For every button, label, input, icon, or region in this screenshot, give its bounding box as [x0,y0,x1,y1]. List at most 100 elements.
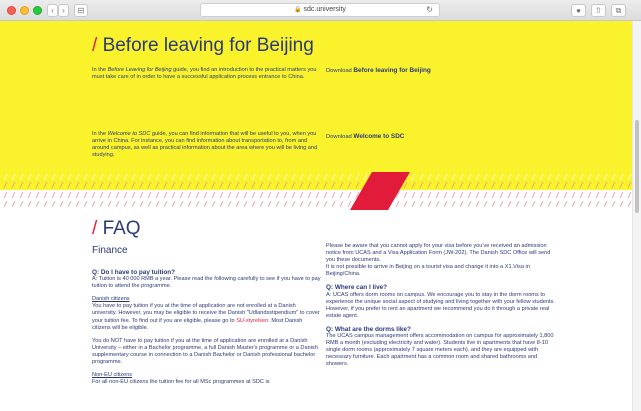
stripe-slash [259,191,264,199]
scrollbar[interactable] [632,21,641,411]
stripe-slash [403,200,408,208]
hero-section: / Before leaving for Beijing In the Befo… [0,21,632,172]
su-styrelsen-link[interactable]: SU-styrelsen [236,318,268,324]
lock-icon: 🔒 [294,7,302,13]
answer: It is not possible to arrive in Beijing … [326,264,530,278]
stripe-slash [11,200,16,208]
stripe-slash [419,200,424,208]
stripe-slash [491,200,496,208]
url-text: sdc.university [303,6,346,13]
stripe-slash [339,191,344,199]
stripe-slash [171,200,176,208]
stripe-slash [507,200,512,208]
zoom-window-button[interactable] [33,6,42,15]
stripe-slash [155,191,160,199]
reload-icon[interactable]: ↻ [426,4,433,16]
share-button[interactable]: ⇧ [591,4,606,17]
stripe-slash [443,191,448,199]
stripe-slash [483,200,488,208]
scrollbar-thumb[interactable] [635,120,639,213]
stripe-slash [275,200,280,208]
stripe-slash [3,200,8,208]
hero-title-text: Before leaving for Beijing [102,35,314,56]
hero-paragraph-2: In the Welcome to SDC guide, you can fin… [92,131,318,159]
stripe-slash [75,200,80,208]
stripe-slash [3,191,8,199]
stripe-slash [227,191,232,199]
download-welcome-link[interactable]: Download Welcome to SDC [326,133,404,140]
stripe-slash [187,191,192,199]
chevron-left-icon: ‹ [51,6,54,15]
sidebar-button[interactable]: ⊟ [74,4,88,17]
stripe-slash [107,191,112,199]
stripe-slash [123,191,128,199]
stripe-slash [323,191,328,199]
stripe-slash [403,191,408,199]
answer: You have to pay tuition if you at the ti… [92,303,320,331]
download-before-leaving-link[interactable]: Download Before leaving for Beijing [326,67,431,74]
stripe-slash [147,200,152,208]
stripe-slash [459,200,464,208]
stripe-slash [51,200,56,208]
tabs-button[interactable]: ⧉ [611,4,626,17]
stripe-slash [491,191,496,199]
stripe-slash [43,200,48,208]
share-icon: ⇧ [595,6,602,15]
stripe-slash [83,191,88,199]
stripe-slash [539,191,544,199]
stripe-slash [587,191,592,199]
stripe-slash [611,191,616,199]
stripe-slash [291,200,296,208]
stripe-slash [579,200,584,208]
chevron-right-icon: › [62,6,65,15]
forward-button[interactable]: › [58,4,69,17]
stripe-slash [267,200,272,208]
stripe-slash [571,200,576,208]
stripe-slash [331,200,336,208]
stripe-slash [43,191,48,199]
stripe-slash [595,191,600,199]
stripe-slash [195,191,200,199]
close-window-button[interactable] [7,6,16,15]
stripe-slash [555,200,560,208]
stripe-slash [107,200,112,208]
stripe-slash [611,200,616,208]
stripe-slash [443,200,448,208]
stripe-slash [139,191,144,199]
stripe-slash [515,200,520,208]
stripe-slash [235,191,240,199]
stripe-slash [299,191,304,199]
sidebar-icon: ⊟ [77,6,85,15]
slash-accent: / [92,218,98,239]
stripe-slash [187,200,192,208]
stripe-slash [499,200,504,208]
stripe-slash [475,200,480,208]
stripe-slash [211,191,216,199]
back-button[interactable]: ‹ [47,4,58,17]
stripe-slash [35,191,40,199]
stripes-graphic [0,172,632,210]
minimize-window-button[interactable] [20,6,29,15]
slash-accent: / [92,35,98,56]
stripe-slash [347,191,352,199]
stripe-slash [251,200,256,208]
extension-button[interactable]: ● [571,4,586,17]
stripe-slash [203,200,208,208]
stripe-slash [267,191,272,199]
extension-icon: ● [576,6,581,15]
stripe-slash [251,191,256,199]
stripe-slash [19,200,24,208]
stripe-slash [99,191,104,199]
stripe-slash [27,200,32,208]
hero-title: / Before leaving for Beijing [92,35,314,57]
stripe-slash [587,200,592,208]
stripe-slash [555,191,560,199]
stripe-slash [619,200,624,208]
stripe-slash [315,200,320,208]
stripe-slash [603,191,608,199]
address-bar[interactable]: 🔒 sdc.university ↻ [200,3,440,17]
stripe-slash [627,191,632,199]
stripe-slash [131,200,136,208]
subheading-noneu: Non-EU citizens [92,372,133,379]
stripe-slash [179,191,184,199]
